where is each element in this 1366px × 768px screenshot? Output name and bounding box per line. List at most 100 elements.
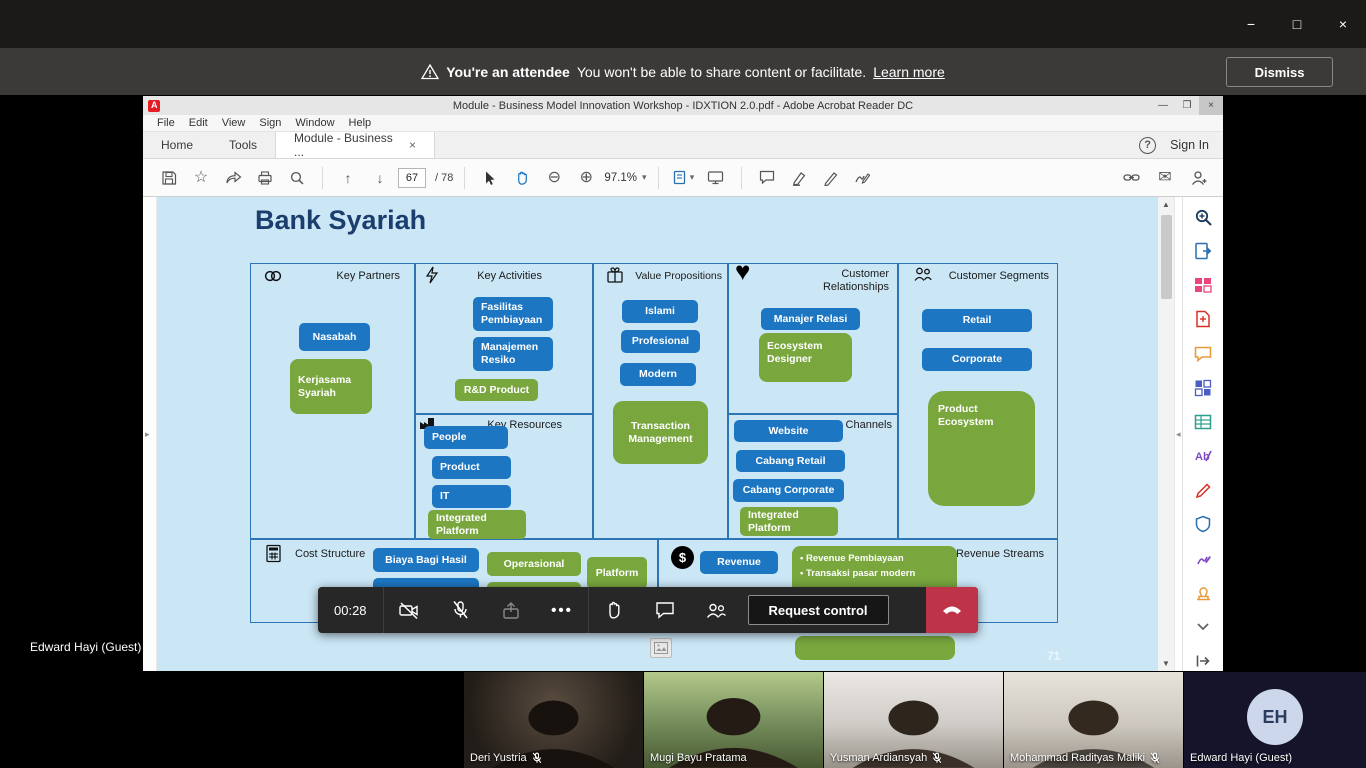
combine-files-icon[interactable] — [1192, 378, 1214, 398]
section-label: Key Partners — [336, 270, 400, 282]
acrobat-close-button[interactable]: × — [1199, 96, 1223, 115]
acrobat-restore-button[interactable]: ❐ — [1175, 96, 1199, 115]
participant-tile[interactable]: Mugi Bayu Pratama — [643, 672, 823, 768]
request-control-button[interactable]: Request control — [747, 595, 889, 625]
participant-tile[interactable]: Deri Yustria — [463, 672, 643, 768]
banner-title: You're an attendee — [446, 63, 570, 80]
acrobat-logo-icon — [148, 99, 160, 112]
print-icon[interactable] — [251, 164, 279, 192]
presentation-icon[interactable] — [702, 164, 730, 192]
window-maximize-button[interactable]: □ — [1274, 0, 1320, 48]
menu-file[interactable]: File — [150, 116, 182, 130]
zoom-tool-icon[interactable] — [1192, 207, 1214, 227]
save-icon[interactable] — [155, 164, 183, 192]
pen-tool-icon[interactable] — [1192, 548, 1214, 568]
hand-tool-icon[interactable] — [508, 164, 536, 192]
edit-pdf-icon[interactable] — [1192, 480, 1214, 500]
dollar-icon: $ — [671, 546, 694, 569]
help-icon[interactable]: ? — [1139, 136, 1157, 154]
zoom-in-icon[interactable]: ⊕ — [572, 164, 600, 192]
bmc-item: Manajer Relasi — [761, 308, 860, 330]
select-tool-icon[interactable] — [476, 164, 504, 192]
tab-tools[interactable]: Tools — [211, 132, 275, 158]
slide-page-number: 71 — [1047, 649, 1061, 663]
comment-tool-icon[interactable] — [1192, 344, 1214, 364]
hang-up-button[interactable] — [926, 587, 978, 633]
star-icon[interactable]: ☆ — [187, 164, 215, 192]
dismiss-button[interactable]: Dismiss — [1226, 57, 1333, 87]
link-icon[interactable] — [1117, 164, 1145, 192]
zoom-level-dropdown[interactable]: 97.1% ▾ — [604, 172, 646, 184]
bmc-item: Cabang Retail — [736, 450, 845, 472]
left-panel-toggle-icon[interactable]: ▸ — [145, 429, 150, 440]
comment-icon[interactable] — [753, 164, 781, 192]
menu-edit[interactable]: Edit — [182, 116, 215, 130]
scrollbar-thumb[interactable] — [1161, 215, 1172, 299]
page-down-icon[interactable]: ↓ — [366, 164, 394, 192]
more-options-icon[interactable]: ••• — [537, 587, 588, 633]
vertical-scrollbar[interactable]: ▲ ▼ — [1157, 197, 1174, 671]
section-label: Channels — [845, 419, 892, 431]
add-account-icon[interactable] — [1185, 164, 1213, 192]
window-close-button[interactable]: × — [1320, 0, 1366, 48]
page-up-icon[interactable]: ↑ — [334, 164, 362, 192]
sign-icon[interactable] — [849, 164, 877, 192]
tab-document[interactable]: Module - Business ... × — [275, 131, 436, 159]
chat-icon[interactable] — [640, 587, 691, 633]
menu-view[interactable]: View — [215, 116, 253, 130]
stamp-icon[interactable] — [1192, 583, 1214, 603]
more-tools-chevron-icon[interactable] — [1192, 617, 1214, 637]
menu-sign[interactable]: Sign — [252, 116, 288, 130]
open-pane-icon[interactable] — [1192, 651, 1214, 671]
menu-window[interactable]: Window — [288, 116, 341, 130]
export-pdf-icon[interactable] — [1192, 241, 1214, 261]
create-pdf-icon[interactable] — [1192, 309, 1214, 329]
tab-close-icon[interactable]: × — [409, 138, 416, 152]
acrobat-minimize-button[interactable]: — — [1151, 96, 1175, 115]
scroll-up-icon[interactable]: ▲ — [1158, 200, 1174, 209]
zoom-out-icon[interactable]: ⊖ — [540, 164, 568, 192]
bmc-item: Retail — [922, 309, 1032, 332]
email-icon[interactable]: ✉ — [1151, 164, 1179, 192]
section-label: Value Propositions — [635, 270, 722, 282]
learn-more-link[interactable]: Learn more — [873, 64, 945, 80]
participant-name: Edward Hayi (Guest) — [1190, 752, 1293, 764]
bmc-item: Kerjasama Syariah — [290, 359, 372, 414]
participant-nameplate: Edward Hayi (Guest) — [1190, 752, 1292, 764]
page-view-icon[interactable]: ▾ — [670, 164, 698, 192]
highlight-icon[interactable] — [785, 164, 813, 192]
participant-tile-self[interactable]: EH Edward Hayi (Guest) — [1183, 672, 1366, 768]
tools-pane-toggle-icon[interactable]: ◂ — [1176, 429, 1181, 440]
revenue-bullet: • Revenue Pembiayaan — [800, 553, 904, 564]
bmc-item: Biaya Bagi Hasil — [373, 548, 479, 572]
tab-home[interactable]: Home — [143, 132, 211, 158]
draw-icon[interactable] — [817, 164, 845, 192]
lightning-icon — [424, 266, 440, 289]
participant-tile[interactable]: Mohammad Radityas Maliki — [1003, 672, 1183, 768]
tools-pane-collapse-strip: ◂ — [1174, 197, 1182, 671]
mic-off-icon[interactable] — [435, 587, 486, 633]
menu-help[interactable]: Help — [342, 116, 379, 130]
acrobat-tabbar: Home Tools Module - Business ... × ? Sig… — [143, 131, 1223, 159]
protect-icon[interactable] — [1192, 514, 1214, 534]
raise-hand-icon[interactable] — [589, 587, 640, 633]
search-icon[interactable] — [283, 164, 311, 192]
slide-title: Bank Syariah — [255, 205, 427, 235]
organize-pages-icon[interactable] — [1192, 275, 1214, 295]
participants-icon[interactable] — [691, 587, 742, 633]
scroll-down-icon[interactable]: ▼ — [1158, 659, 1174, 668]
acrobat-titlebar: Module - Business Model Innovation Works… — [143, 96, 1223, 115]
sign-in-button[interactable]: Sign In — [1170, 138, 1209, 152]
page-total-label: / 78 — [435, 171, 454, 184]
share-icon[interactable] — [219, 164, 247, 192]
warning-icon — [421, 63, 440, 80]
camera-off-icon[interactable] — [384, 587, 435, 633]
window-minimize-button[interactable]: − — [1228, 0, 1274, 48]
share-screen-icon[interactable] — [486, 587, 537, 633]
participant-tile[interactable]: Yusman Ardiansyah — [823, 672, 1003, 768]
page-number-input[interactable] — [398, 167, 426, 188]
spreadsheet-icon[interactable] — [1192, 412, 1214, 432]
left-panel-strip: ▸ — [143, 197, 157, 671]
fill-sign-icon[interactable]: Ab — [1192, 446, 1214, 466]
heart-icon: ♥ — [735, 256, 751, 286]
